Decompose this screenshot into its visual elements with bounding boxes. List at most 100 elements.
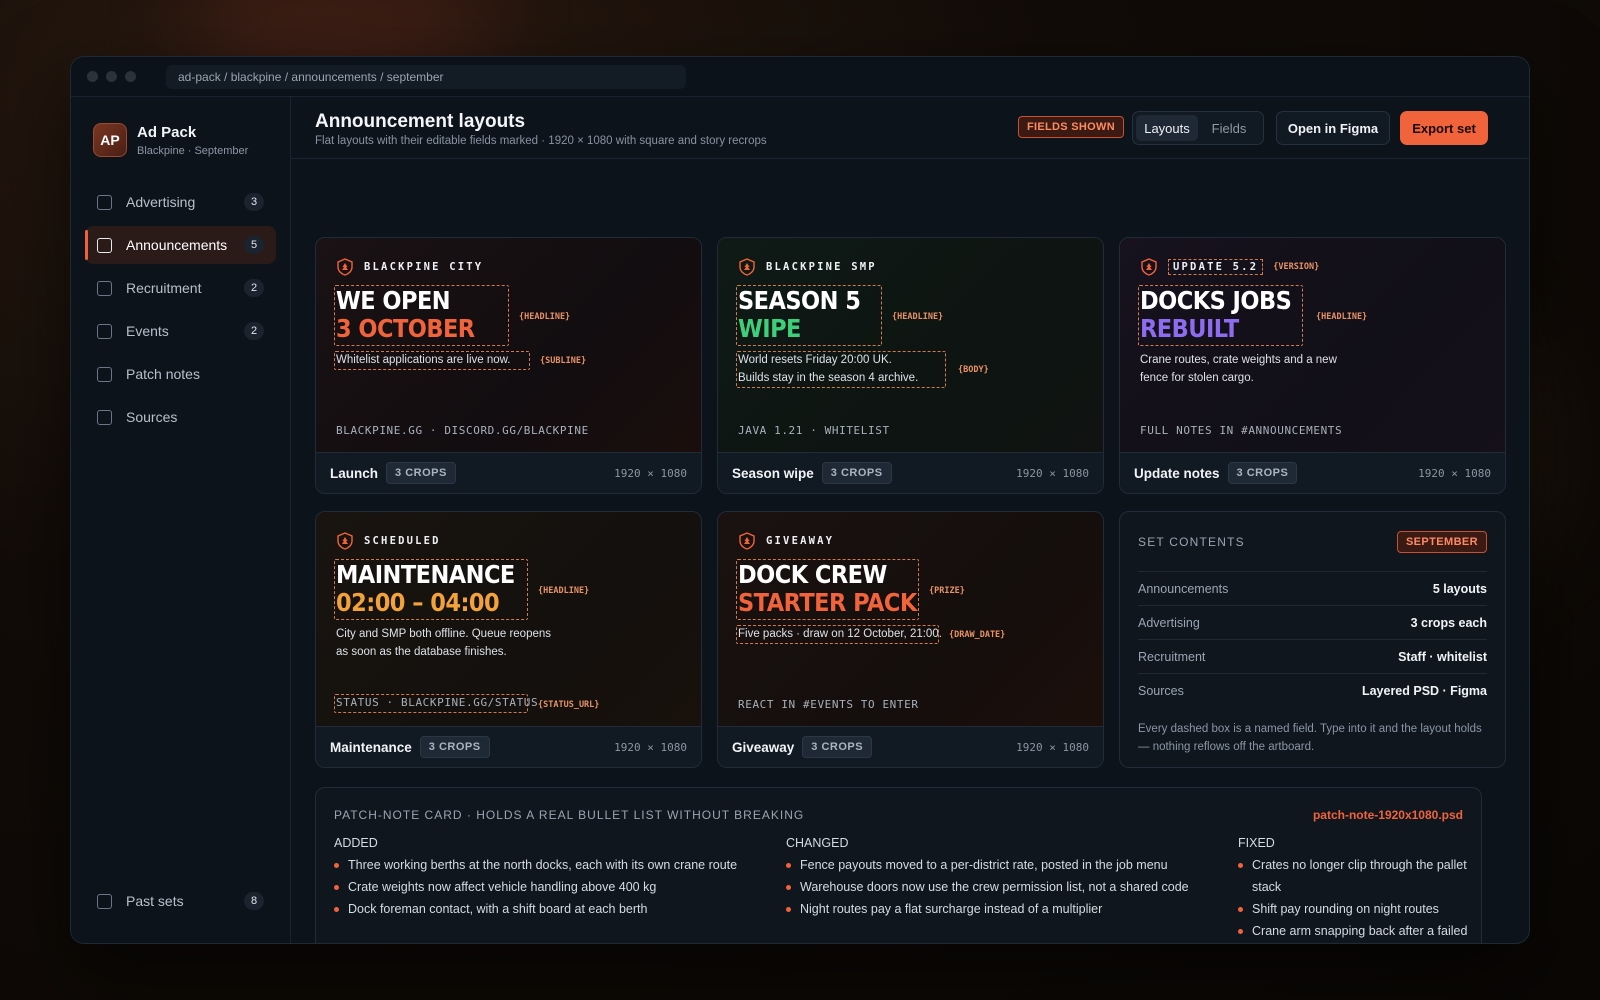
set-row: Advertising 3 crops each [1138,606,1487,640]
headline-line-2: WIPE [738,314,801,343]
body-line-2: as soon as the database finishes. [336,646,507,658]
sidebar: AP Ad Pack Blackpine · September Adverti… [71,97,291,943]
layout-card-maintenance[interactable]: SCHEDULED MAINTENANCE 02:00 – 04:00 {HEA… [315,511,702,768]
card-footer: Update notes 3 CROPS 1920 × 1080 [1120,452,1505,493]
page-subtitle: Flat layouts with their editable fields … [315,135,767,147]
field-tag: {DRAW_DATE} [949,630,1006,640]
subline-text: Whitelist applications are live now. [336,354,511,366]
tab-fields[interactable]: Fields [1198,115,1260,141]
body-line-1: City and SMP both offline. Queue reopens [336,628,552,640]
kicker-label: GIVEAWAY [766,535,835,547]
headline-line-1: DOCK CREW [738,560,887,589]
layout-card-season-wipe[interactable]: BLACKPINE SMP SEASON 5 WIPE {HEADLINE} W… [717,237,1104,494]
sidebar-item-past-sets[interactable]: Past sets 8 [85,882,276,920]
crops-badge[interactable]: 3 CROPS [802,736,873,758]
layout-card-update-notes[interactable]: UPDATE 5.2 {VERSION} DOCKS JOBS REBUILT … [1119,237,1506,494]
brand-logo: AP [93,123,127,157]
kicker: BLACKPINE SMP [738,258,877,276]
titlebar: ad-pack / blackpine / announcements / se… [71,57,1529,97]
artboard-size: 1920 × 1080 [1016,466,1089,480]
layout-card-launch[interactable]: BLACKPINE CITY WE OPEN 3 OCTOBER {HEADLI… [315,237,702,494]
fields-shown-badge: FIELDS SHOWN [1018,116,1124,138]
month-badge: SEPTEMBER [1396,530,1487,553]
crops-badge[interactable]: 3 CROPS [821,462,892,484]
brand-title: Ad Pack [137,123,197,141]
headline-line-1: MAINTENANCE [336,560,515,589]
shield-icon [337,258,353,276]
count-badge: 8 [244,892,264,910]
count-badge: 2 [244,322,264,340]
headline-line-1: WE OPEN [336,286,451,315]
artboard-preview: UPDATE 5.2 {VERSION} DOCKS JOBS REBUILT … [1120,238,1505,454]
count-badge: 2 [244,279,264,297]
layout-card-giveaway[interactable]: GIVEAWAY DOCK CREW STARTER PACK {PRIZE} … [717,511,1104,768]
checkbox-icon[interactable] [97,194,112,210]
sidebar-item-label: Patch notes [126,366,200,382]
sidebar-item-label: Recruitment [126,280,202,296]
sidebar-item-label: Announcements [126,237,228,253]
patch-file-link[interactable]: patch-note-1920x1080.psd [1313,808,1463,822]
kicker: UPDATE 5.2 {VERSION} [1140,258,1319,276]
kicker-label: BLACKPINE SMP [766,261,877,273]
layout-name: Giveaway [732,739,795,755]
sidebar-item-announcements[interactable]: Announcements 5 [85,226,276,264]
shield-icon [1141,258,1157,276]
body-line-2: Builds stay in the season 4 archive. [738,372,919,384]
open-in-figma-button[interactable]: Open in Figma [1276,111,1390,145]
window-maximize-dot[interactable] [125,71,136,82]
row-value: Staff · whitelist [1398,649,1487,664]
window-minimize-dot[interactable] [106,71,117,82]
layout-name: Season wipe [732,465,814,481]
export-set-button[interactable]: Export set [1400,111,1488,145]
field-tag: {SUBLINE} [540,356,587,366]
crops-badge[interactable]: 3 CROPS [386,462,456,484]
field-tag: {PRIZE} [929,586,965,596]
set-row: Announcements 5 layouts [1138,572,1487,606]
main-panel: Announcement layouts Flat layouts with t… [291,97,1529,943]
checkbox-icon[interactable] [97,237,112,253]
sidebar-item-events[interactable]: Events 2 [85,312,276,350]
card-footer: Launch 3 CROPS 1920 × 1080 [316,452,701,493]
address-bar[interactable]: ad-pack / blackpine / announcements / se… [166,64,686,89]
sidebar-item-recruitment[interactable]: Recruitment 2 [85,269,276,307]
patch-column-added: ADDED Three working berths at the north … [334,836,754,920]
body-line-1: World resets Friday 20:00 UK. [738,354,892,366]
checkbox-icon[interactable] [97,280,112,296]
version-field[interactable]: UPDATE 5.2 [1168,259,1264,275]
sidebar-nav: Advertising 3 Announcements 5 Recruitmen… [71,183,290,436]
list-item: Crate weights now affect vehicle handlin… [334,876,754,898]
artboard-footer: JAVA 1.21 · WHITELIST [738,424,890,437]
field-tag: {HEADLINE} [538,586,590,596]
kicker-label: BLACKPINE CITY [364,261,484,273]
column-heading: ADDED [334,836,378,850]
checkbox-icon[interactable] [97,893,112,909]
crops-badge[interactable]: 3 CROPS [419,736,490,758]
kicker: GIVEAWAY [738,532,834,550]
checkbox-icon[interactable] [97,409,112,425]
checkbox-icon[interactable] [97,323,112,339]
artboard-size: 1920 × 1080 [614,740,687,754]
row-value: 5 layouts [1432,581,1487,596]
list-item: Warehouse doors now use the crew permiss… [786,876,1206,898]
patch-note-card: PATCH-NOTE CARD · HOLDS A REAL BULLET LI… [315,787,1482,943]
tab-layouts[interactable]: Layouts [1136,115,1198,141]
checkbox-icon[interactable] [97,366,112,382]
column-heading: CHANGED [786,836,849,850]
sidebar-item-sources[interactable]: Sources [85,398,276,436]
crops-badge[interactable]: 3 CROPS [1227,462,1298,484]
list-item: Crane arm snapping back after a failed l… [1238,920,1478,943]
body-line-1: Five packs · draw on 12 October, 21:00. [738,628,942,640]
row-key: Sources [1138,684,1184,698]
list-item: Fence payouts moved to a per-district ra… [786,854,1206,876]
sidebar-item-label: Advertising [126,194,196,210]
set-row: Recruitment Staff · whitelist [1138,640,1487,674]
field-tag: {BODY} [958,365,989,375]
card-footer: Maintenance 3 CROPS 1920 × 1080 [316,726,701,767]
field-tag: {HEADLINE} [1316,312,1368,322]
artboard-footer: BLACKPINE.GG · DISCORD.GG/BLACKPINE [336,424,589,437]
window-close-dot[interactable] [87,71,98,82]
sidebar-item-advertising[interactable]: Advertising 3 [85,183,276,221]
row-key: Recruitment [1138,649,1206,664]
shield-icon [337,532,353,550]
sidebar-item-patch-notes[interactable]: Patch notes [85,355,276,393]
